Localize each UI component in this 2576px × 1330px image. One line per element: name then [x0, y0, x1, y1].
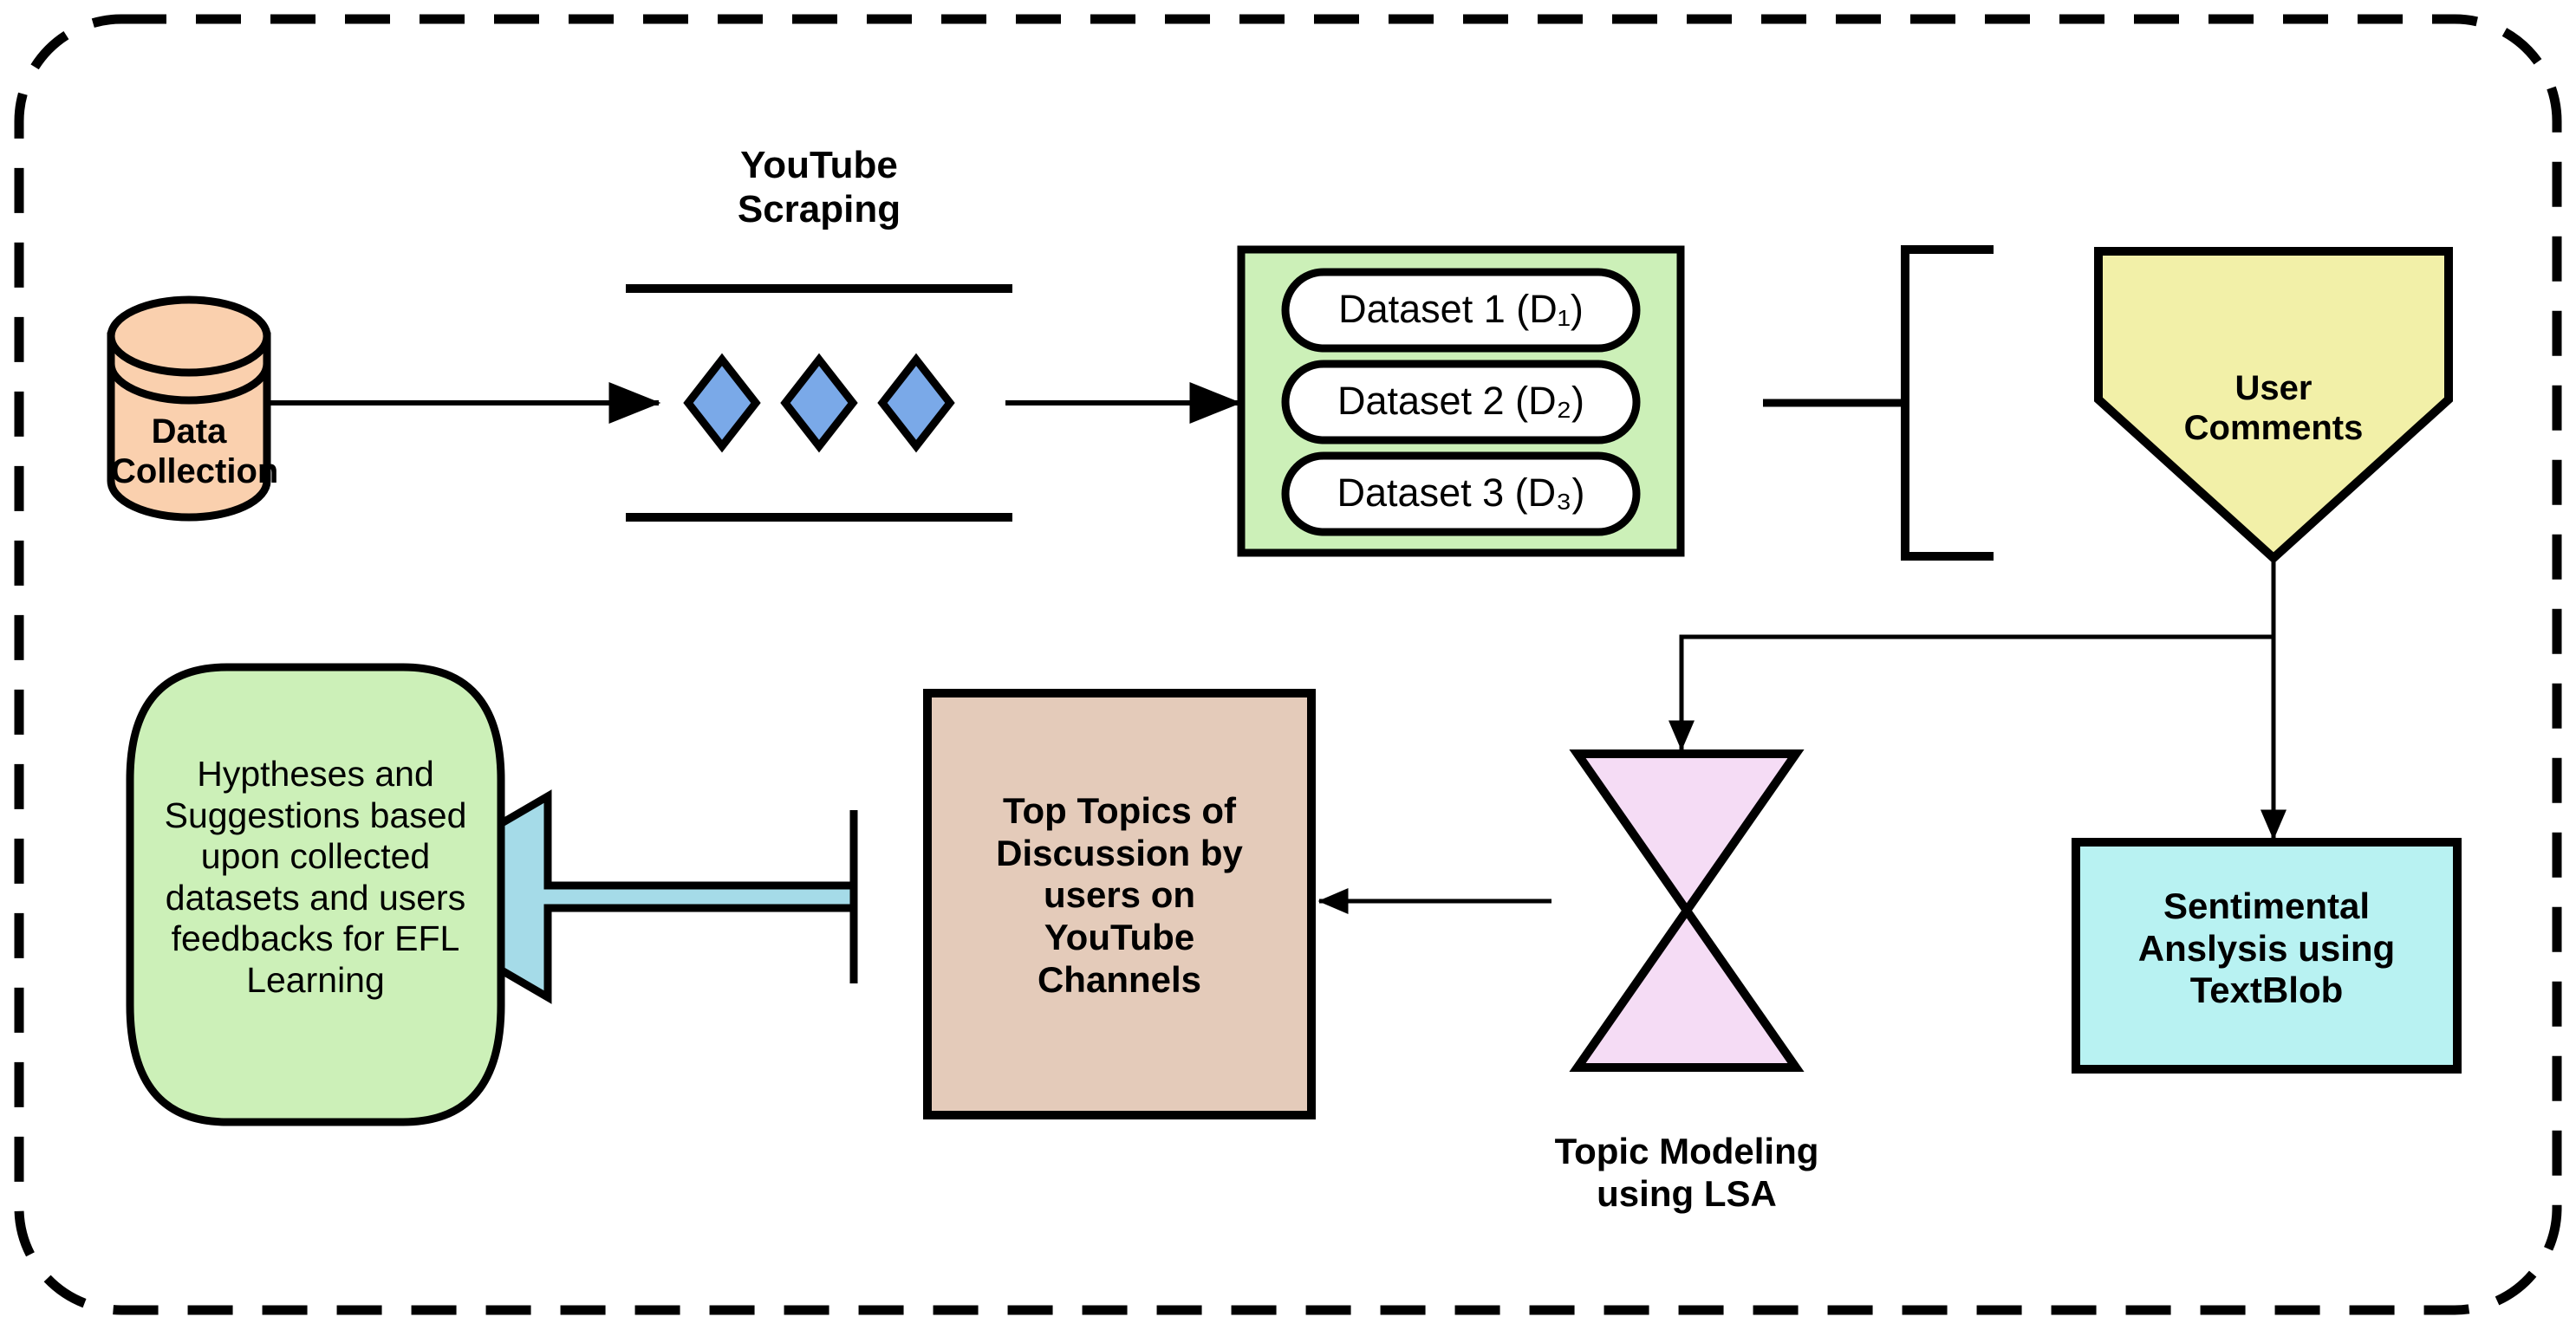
outcome-barrel — [126, 663, 505, 1126]
dataset-pill-2 — [1281, 360, 1641, 444]
flowchart-svg — [14, 14, 2562, 1315]
scraping-diamond-1 — [683, 353, 761, 453]
data-collection-cylinder — [107, 295, 271, 522]
scraping-diamond-2 — [780, 353, 858, 453]
scraping-diamond-3 — [877, 353, 955, 453]
grouping-bracket — [1901, 245, 1994, 561]
flowchart-canvas: Data Collection YouTube Scraping Dataset… — [0, 0, 2576, 1330]
topic-modeling-hourglass — [1569, 749, 1805, 1072]
dataset-pill-3 — [1281, 451, 1641, 536]
edge-usercomments-to-topicmodeling — [1669, 634, 2274, 751]
top-topics-box — [923, 689, 1316, 1119]
user-comments-pentagon — [2094, 247, 2453, 564]
dataset-pill-1 — [1281, 268, 1641, 353]
sentiment-analysis-box — [2072, 838, 2462, 1074]
